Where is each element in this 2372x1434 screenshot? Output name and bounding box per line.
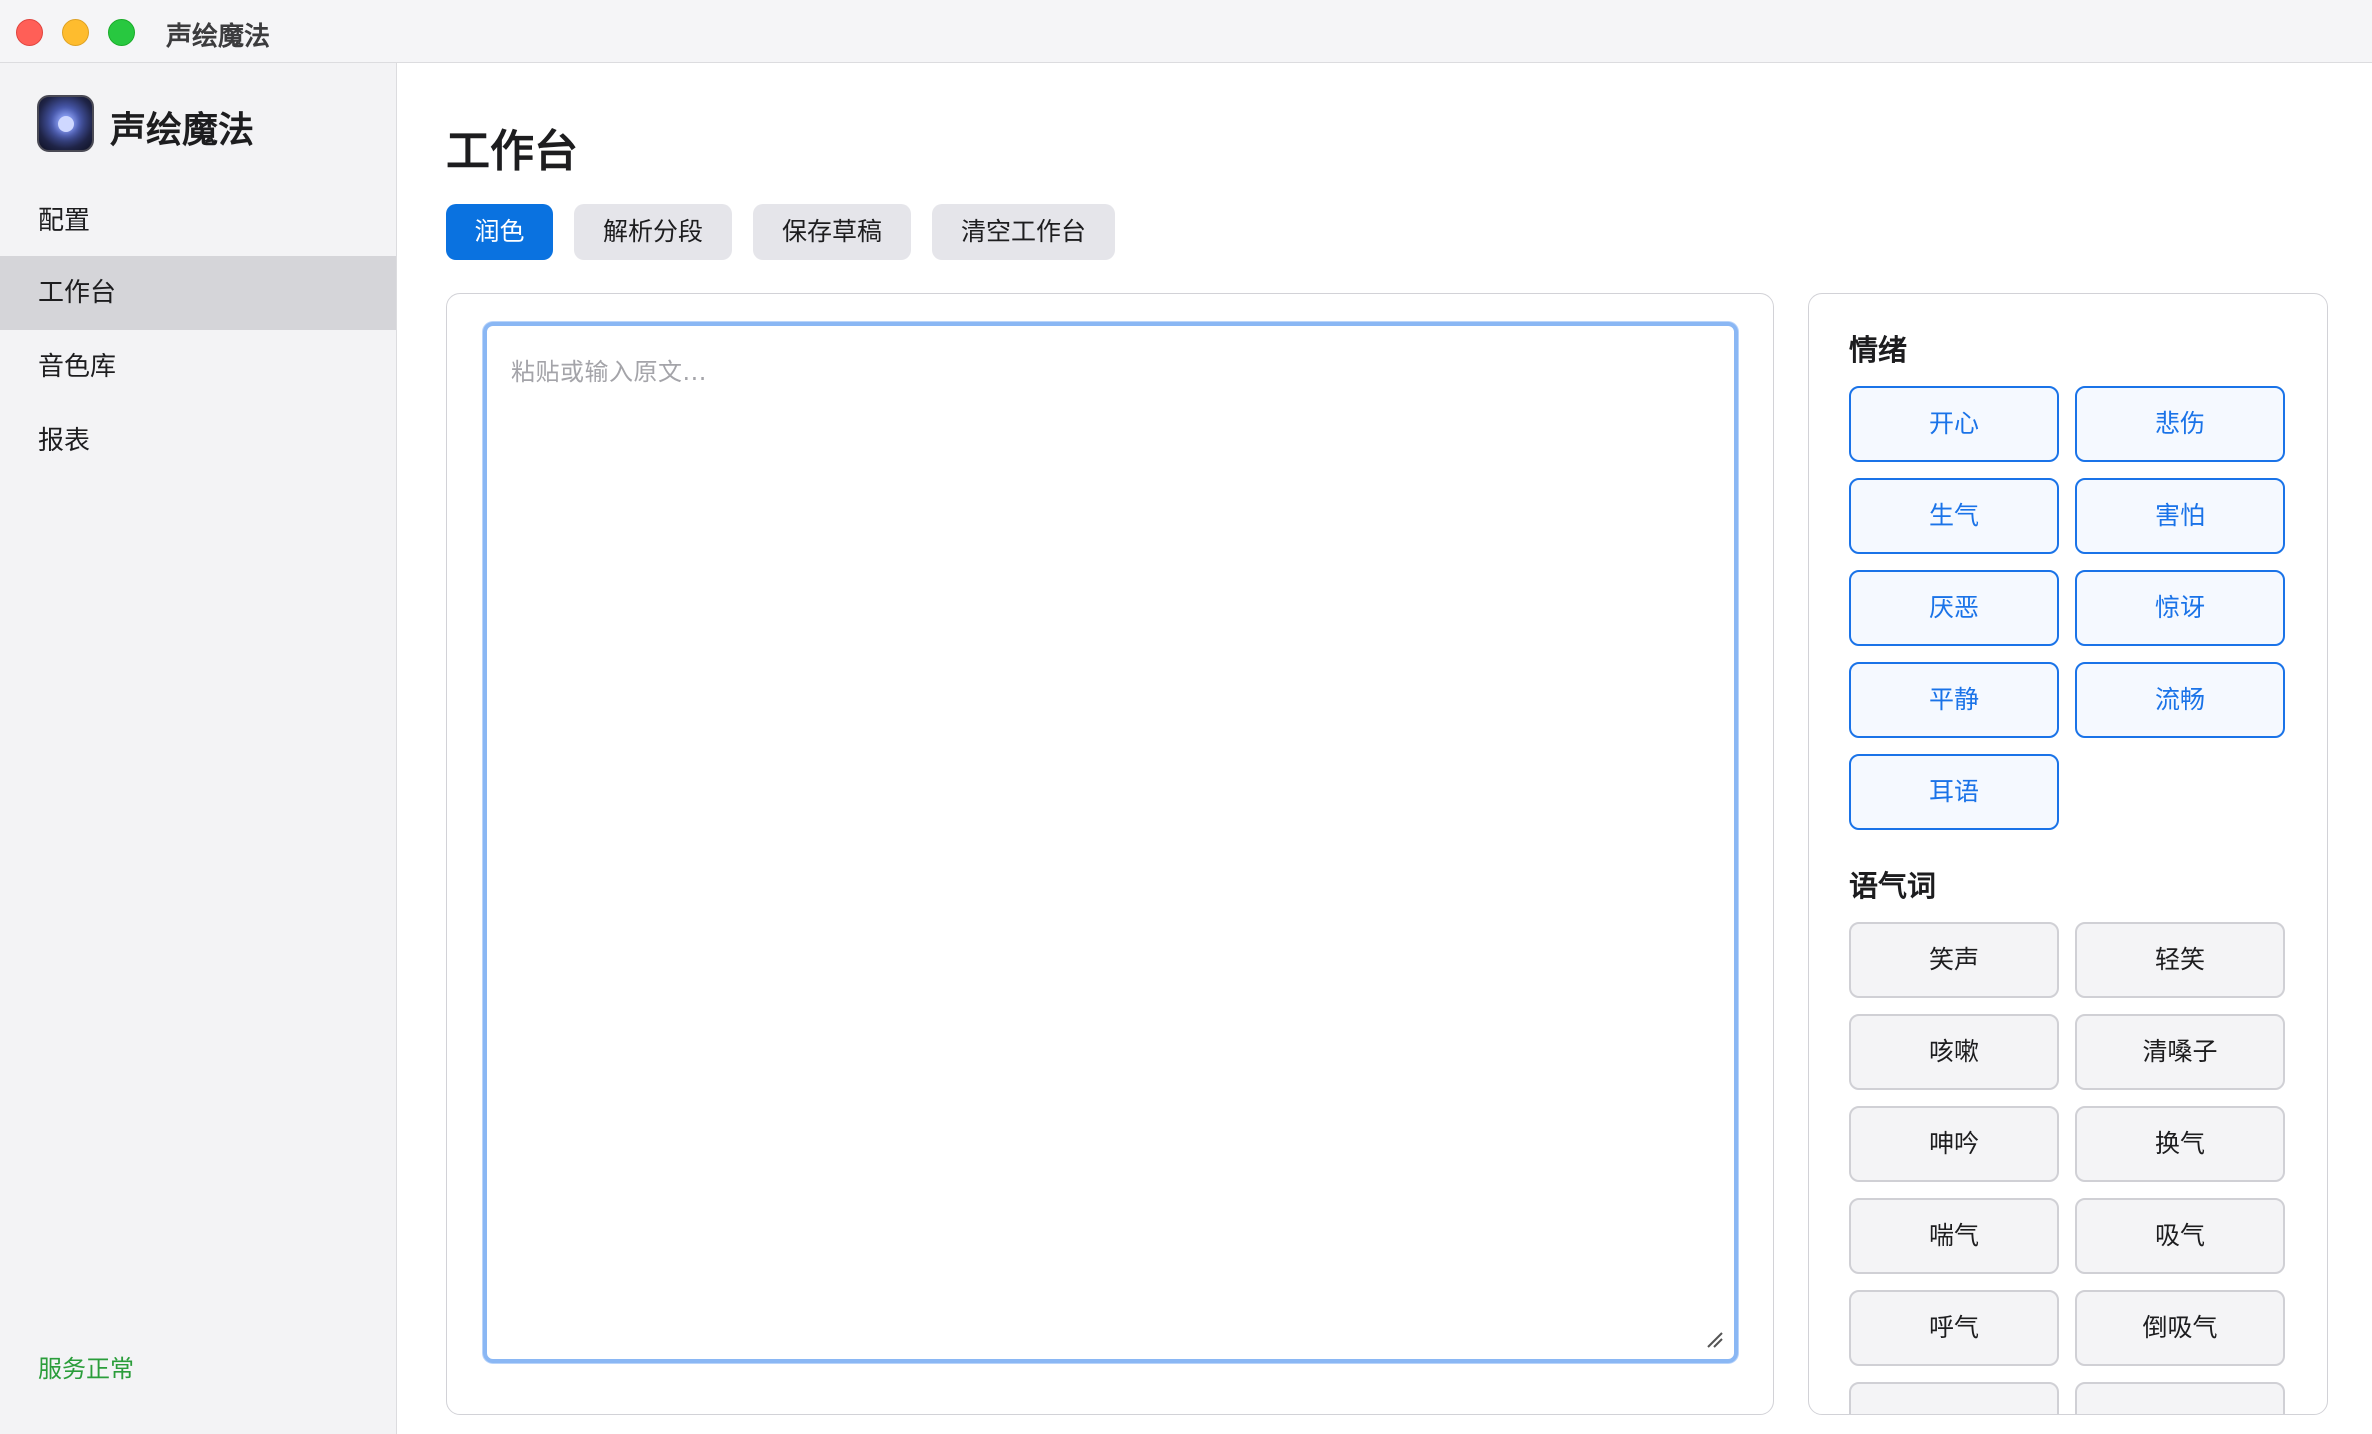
app-logo-icon	[37, 95, 94, 152]
parse-segments-button[interactable]: 解析分段	[574, 204, 732, 260]
close-window-button[interactable]	[16, 19, 43, 46]
sidebar: 声绘魔法 配置 工作台 音色库 报表 服务正常	[0, 63, 397, 1434]
polish-button[interactable]: 润色	[446, 204, 553, 260]
app-window: 声绘魔法 声绘魔法 配置 工作台 音色库 报表 服务正常 工作台 润色 解析分段…	[0, 0, 2372, 1434]
source-text-placeholder: 粘贴或输入原文...	[511, 358, 707, 386]
emotion-chip[interactable]: 流畅	[2075, 662, 2285, 738]
title-bar: 声绘魔法	[0, 0, 2372, 63]
tone-chip[interactable]: 清嗓子	[2075, 1014, 2285, 1090]
tone-section-title: 语气词	[1849, 869, 1937, 903]
sidebar-item-workbench[interactable]: 工作台	[0, 256, 396, 330]
tone-chip[interactable]: 换气	[2075, 1106, 2285, 1182]
tone-chip-partial[interactable]	[1849, 1382, 2059, 1414]
emotion-chip[interactable]: 悲伤	[2075, 386, 2285, 462]
tone-chip[interactable]: 呻吟	[1849, 1106, 2059, 1182]
main-content: 工作台 润色 解析分段 保存草稿 清空工作台 粘贴或输入原文... 情绪 开心 …	[397, 63, 2372, 1434]
tone-chip-partial[interactable]	[2075, 1382, 2285, 1414]
emotion-chip[interactable]: 厌恶	[1849, 570, 2059, 646]
emotion-chip[interactable]: 生气	[1849, 478, 2059, 554]
emotion-chip[interactable]: 害怕	[2075, 478, 2285, 554]
emotion-chip[interactable]: 惊讶	[2075, 570, 2285, 646]
app-name: 声绘魔法	[110, 110, 255, 151]
sidebar-item-reports[interactable]: 报表	[0, 404, 396, 478]
editor-card: 粘贴或输入原文...	[446, 293, 1774, 1415]
maximize-window-button[interactable]	[108, 19, 135, 46]
tone-chip[interactable]: 吸气	[2075, 1198, 2285, 1274]
emotion-chip[interactable]: 耳语	[1849, 754, 2059, 830]
tone-chip[interactable]: 轻笑	[2075, 922, 2285, 998]
save-draft-button[interactable]: 保存草稿	[753, 204, 911, 260]
source-text-input[interactable]: 粘贴或输入原文...	[483, 322, 1738, 1363]
sidebar-item-voice-library[interactable]: 音色库	[0, 330, 396, 404]
service-status: 服务正常	[38, 1355, 134, 1383]
window-title: 声绘魔法	[166, 22, 271, 52]
clear-workbench-button[interactable]: 清空工作台	[932, 204, 1115, 260]
minimize-window-button[interactable]	[62, 19, 89, 46]
tone-chip[interactable]: 笑声	[1849, 922, 2059, 998]
resize-grip-icon[interactable]	[1704, 1329, 1724, 1349]
emotion-chip[interactable]: 开心	[1849, 386, 2059, 462]
sidebar-item-config[interactable]: 配置	[0, 184, 396, 258]
emotion-chip[interactable]: 平静	[1849, 662, 2059, 738]
tone-chip[interactable]: 倒吸气	[2075, 1290, 2285, 1366]
tone-chip[interactable]: 喘气	[1849, 1198, 2059, 1274]
tone-chip[interactable]: 咳嗽	[1849, 1014, 2059, 1090]
emotion-section-title: 情绪	[1849, 333, 1908, 367]
page-title: 工作台	[446, 126, 578, 177]
tone-chip[interactable]: 呼气	[1849, 1290, 2059, 1366]
tag-panel: 情绪 开心 悲伤 生气 害怕 厌恶 惊讶 平静 流畅 耳语 语气词 笑声 轻笑 …	[1808, 293, 2328, 1415]
